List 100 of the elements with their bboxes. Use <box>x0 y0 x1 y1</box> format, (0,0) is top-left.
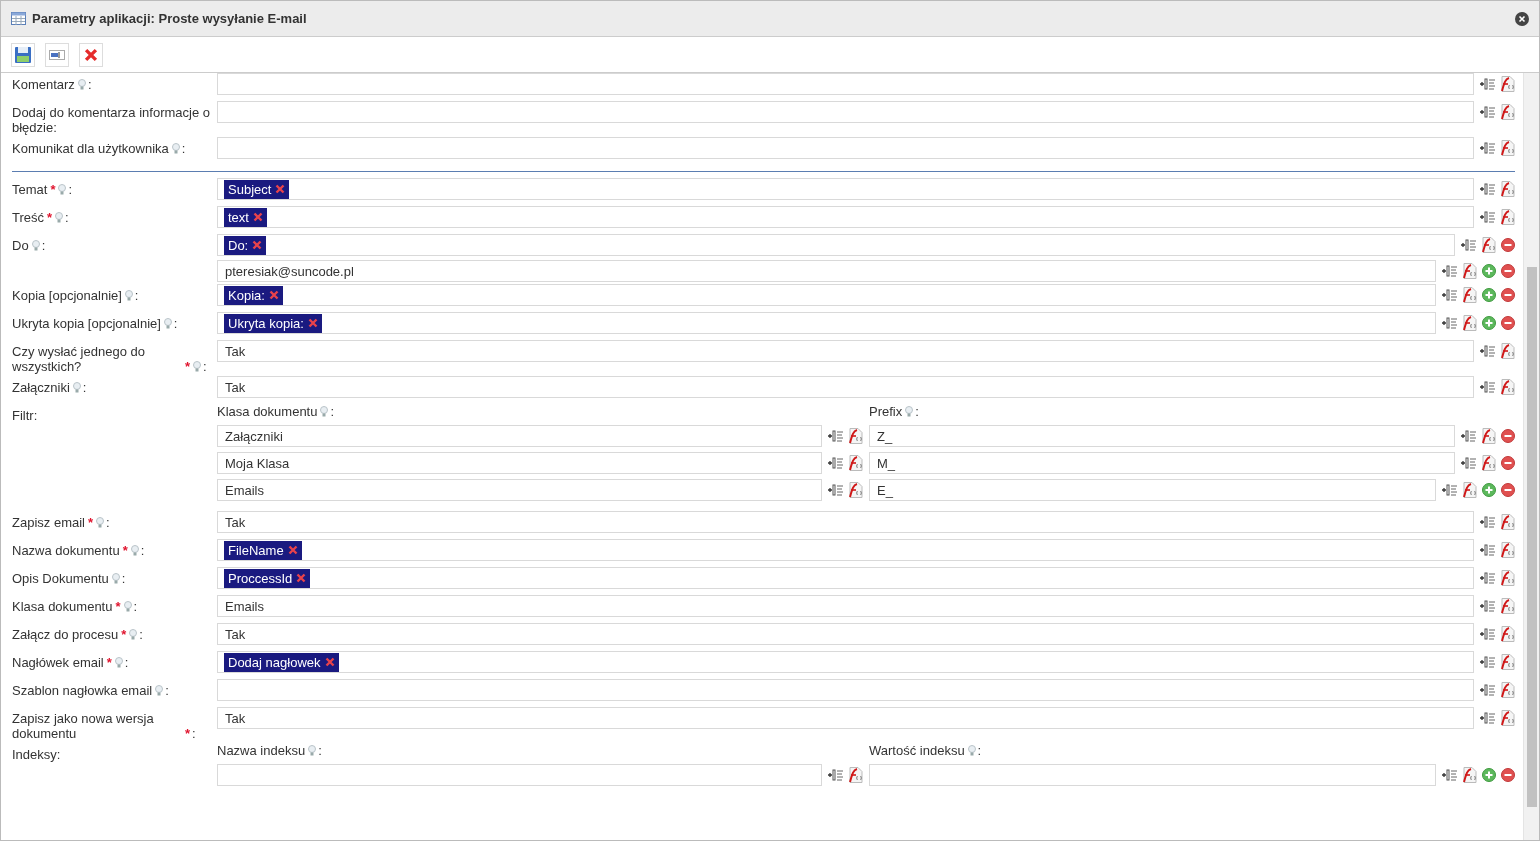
insert-variable-icon[interactable] <box>1480 572 1495 584</box>
insert-variable-icon[interactable] <box>1442 289 1457 301</box>
function-icon[interactable] <box>1462 315 1477 331</box>
add-icon[interactable] <box>1482 768 1496 782</box>
variable-tag[interactable]: FileName <box>224 540 302 560</box>
remove-icon[interactable] <box>1501 456 1515 470</box>
variable-tag[interactable]: Subject <box>224 179 290 199</box>
input-field[interactable] <box>217 679 1474 701</box>
variable-tag[interactable]: text <box>224 207 267 227</box>
insert-variable-icon[interactable] <box>1461 239 1476 251</box>
delete-button[interactable] <box>79 42 103 67</box>
function-icon[interactable] <box>1500 514 1515 530</box>
input-field[interactable]: text <box>217 206 1474 228</box>
function-icon[interactable] <box>848 455 863 471</box>
add-icon[interactable] <box>1482 288 1496 302</box>
add-icon[interactable] <box>1482 483 1496 497</box>
remove-icon[interactable] <box>1501 238 1515 252</box>
insert-variable-icon[interactable] <box>1480 628 1495 640</box>
input-field[interactable]: Emails <box>217 479 822 501</box>
input-field[interactable]: Emails <box>217 595 1474 617</box>
insert-variable-icon[interactable] <box>1442 265 1457 277</box>
function-icon[interactable] <box>1462 287 1477 303</box>
insert-variable-icon[interactable] <box>1480 684 1495 696</box>
variable-tag[interactable]: Kopia: <box>224 285 283 305</box>
insert-variable-icon[interactable] <box>1480 516 1495 528</box>
input-field[interactable] <box>217 73 1474 95</box>
function-icon[interactable] <box>1500 209 1515 225</box>
field-button[interactable] <box>45 42 69 67</box>
insert-variable-icon[interactable] <box>1442 769 1457 781</box>
variable-tag[interactable]: ProccessId <box>224 568 311 588</box>
insert-variable-icon[interactable] <box>1442 484 1457 496</box>
function-icon[interactable] <box>1462 263 1477 279</box>
function-icon[interactable] <box>848 428 863 444</box>
scrollbar[interactable] <box>1523 73 1539 840</box>
function-icon[interactable] <box>1500 343 1515 359</box>
remove-icon[interactable] <box>1501 768 1515 782</box>
input-field[interactable] <box>869 764 1436 786</box>
insert-variable-icon[interactable] <box>1480 211 1495 223</box>
add-icon[interactable] <box>1482 316 1496 330</box>
input-field[interactable]: ProccessId <box>217 567 1474 589</box>
insert-variable-icon[interactable] <box>1461 457 1476 469</box>
input-field[interactable] <box>217 101 1474 123</box>
input-field[interactable]: Z_ <box>869 425 1455 447</box>
input-field[interactable]: Do: <box>217 234 1455 256</box>
remove-icon[interactable] <box>1501 316 1515 330</box>
insert-variable-icon[interactable] <box>828 769 843 781</box>
function-icon[interactable] <box>1500 379 1515 395</box>
add-icon[interactable] <box>1482 264 1496 278</box>
remove-icon[interactable] <box>1501 429 1515 443</box>
function-icon[interactable] <box>1500 598 1515 614</box>
function-icon[interactable] <box>848 767 863 783</box>
function-icon[interactable] <box>1500 542 1515 558</box>
input-field[interactable]: Tak <box>217 707 1474 729</box>
input-field[interactable]: Moja Klasa <box>217 452 822 474</box>
insert-variable-icon[interactable] <box>1480 656 1495 668</box>
input-field[interactable]: M_ <box>869 452 1455 474</box>
insert-variable-icon[interactable] <box>1480 345 1495 357</box>
input-field[interactable]: Załączniki <box>217 425 822 447</box>
insert-variable-icon[interactable] <box>828 457 843 469</box>
remove-icon[interactable] <box>1501 264 1515 278</box>
function-icon[interactable] <box>1462 482 1477 498</box>
function-icon[interactable] <box>1500 626 1515 642</box>
close-icon[interactable] <box>84 47 98 62</box>
function-icon[interactable] <box>1500 710 1515 726</box>
insert-variable-icon[interactable] <box>828 484 843 496</box>
function-icon[interactable] <box>1500 76 1515 92</box>
input-field[interactable]: FileName <box>217 539 1474 561</box>
insert-variable-icon[interactable] <box>1480 106 1495 118</box>
remove-icon[interactable] <box>1501 288 1515 302</box>
input-field[interactable]: Dodaj nagłowek <box>217 651 1474 673</box>
function-icon[interactable] <box>1481 237 1496 253</box>
insert-variable-icon[interactable] <box>1461 430 1476 442</box>
input-field[interactable]: pteresiak@suncode.pl <box>217 260 1436 282</box>
input-field[interactable]: Tak <box>217 511 1474 533</box>
function-icon[interactable] <box>1500 570 1515 586</box>
input-field[interactable]: Tak <box>217 376 1474 398</box>
insert-variable-icon[interactable] <box>1480 142 1495 154</box>
function-icon[interactable] <box>848 482 863 498</box>
variable-tag[interactable]: Do: <box>224 235 267 255</box>
insert-variable-icon[interactable] <box>1480 381 1495 393</box>
input-field[interactable] <box>217 137 1474 159</box>
insert-variable-icon[interactable] <box>1480 183 1495 195</box>
input-field[interactable]: E_ <box>869 479 1436 501</box>
function-icon[interactable] <box>1481 455 1496 471</box>
save-button[interactable] <box>11 42 35 67</box>
insert-variable-icon[interactable] <box>1480 600 1495 612</box>
input-field[interactable] <box>217 764 822 786</box>
variable-tag[interactable]: Dodaj nagłowek <box>224 652 339 672</box>
insert-variable-icon[interactable] <box>1480 78 1495 90</box>
function-icon[interactable] <box>1500 140 1515 156</box>
input-field[interactable]: Kopia: <box>217 284 1436 306</box>
variable-tag[interactable]: Ukryta kopia: <box>224 313 322 333</box>
input-field[interactable]: Ukryta kopia: <box>217 312 1436 334</box>
function-icon[interactable] <box>1481 428 1496 444</box>
input-field[interactable]: Subject <box>217 178 1474 200</box>
remove-icon[interactable] <box>1501 483 1515 497</box>
function-icon[interactable] <box>1500 104 1515 120</box>
function-icon[interactable] <box>1500 682 1515 698</box>
insert-variable-icon[interactable] <box>828 430 843 442</box>
input-field[interactable]: Tak <box>217 340 1474 362</box>
